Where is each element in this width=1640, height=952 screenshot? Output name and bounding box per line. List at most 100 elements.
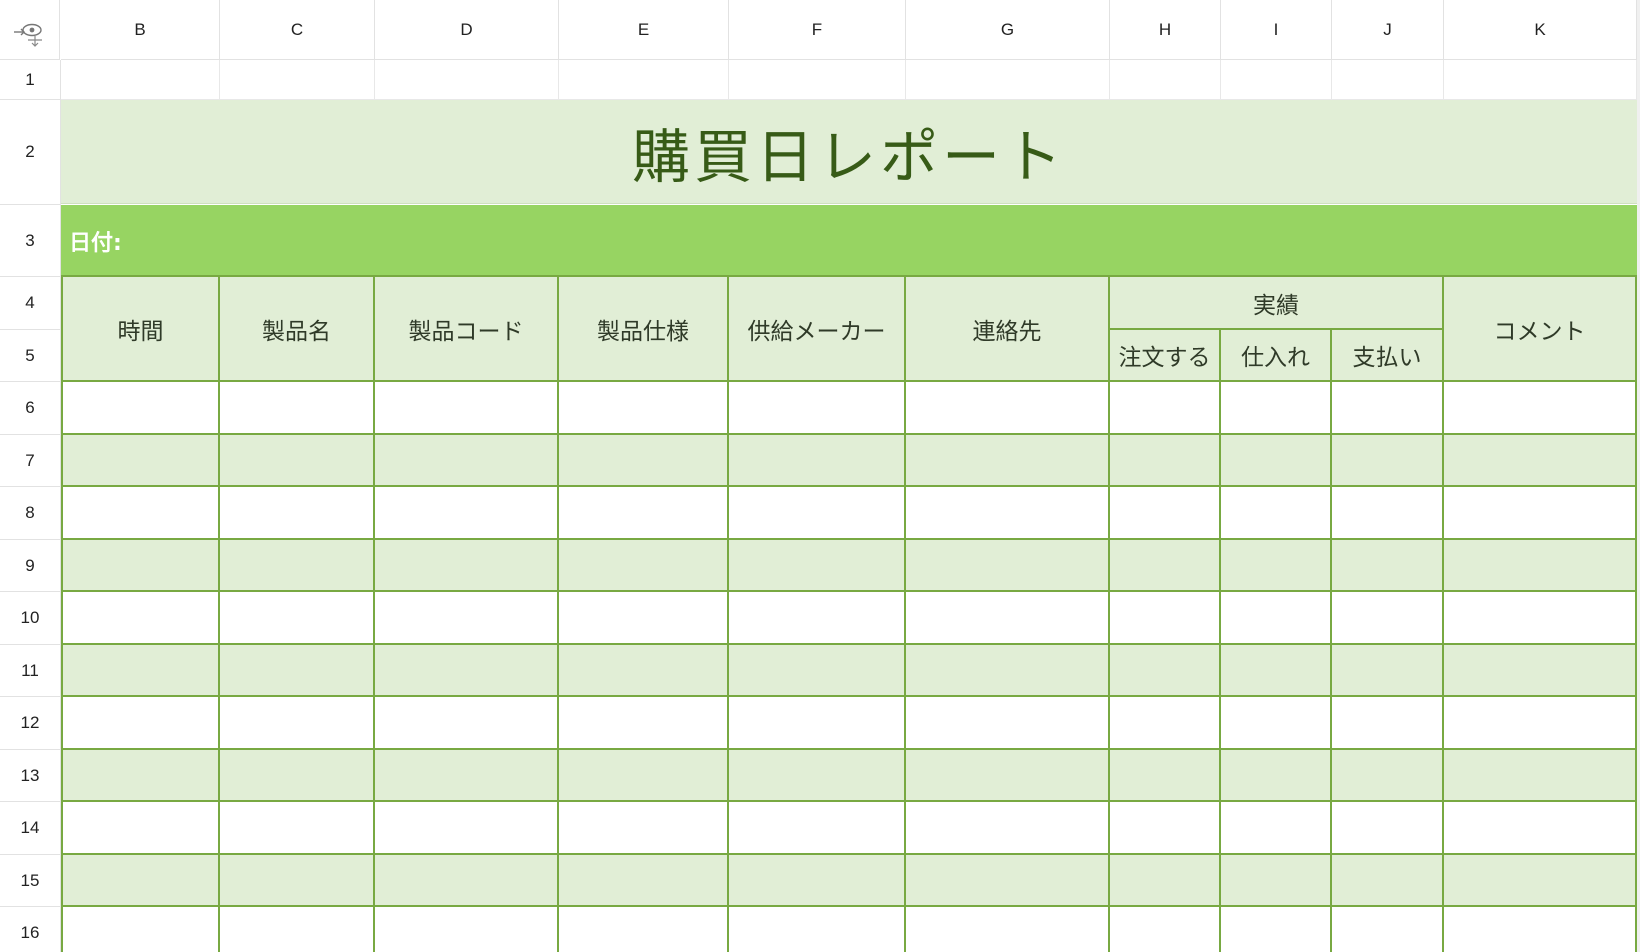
report-title[interactable]: 購買日レポート — [61, 100, 1637, 204]
cell-c13[interactable] — [220, 750, 375, 802]
column-header-f[interactable]: F — [729, 0, 906, 60]
select-all-corner[interactable] — [0, 0, 60, 60]
cell-g11[interactable] — [906, 645, 1110, 697]
cell-k12[interactable] — [1444, 697, 1637, 750]
cell-h13[interactable] — [1110, 750, 1221, 802]
cell-e6[interactable] — [559, 382, 729, 435]
cell-c7[interactable] — [220, 435, 375, 487]
cell-f14[interactable] — [729, 802, 906, 855]
cell-b1[interactable] — [61, 60, 220, 100]
cell-h8[interactable] — [1110, 487, 1221, 540]
row-header-5[interactable]: 5 — [0, 330, 61, 382]
row-header-14[interactable]: 14 — [0, 802, 61, 855]
cell-i8[interactable] — [1221, 487, 1332, 540]
cell-j11[interactable] — [1332, 645, 1444, 697]
row-header-8[interactable]: 8 — [0, 487, 61, 540]
cell-e12[interactable] — [559, 697, 729, 750]
cell-e7[interactable] — [559, 435, 729, 487]
cell-j15[interactable] — [1332, 855, 1444, 907]
cell-k15[interactable] — [1444, 855, 1637, 907]
header-time[interactable]: 時間 — [61, 277, 220, 382]
header-product-spec[interactable]: 製品仕様 — [559, 277, 729, 382]
cell-b11[interactable] — [61, 645, 220, 697]
cell-k6[interactable] — [1444, 382, 1637, 435]
cell-k7[interactable] — [1444, 435, 1637, 487]
cell-d9[interactable] — [375, 540, 559, 592]
cell-j14[interactable] — [1332, 802, 1444, 855]
cell-i6[interactable] — [1221, 382, 1332, 435]
header-order[interactable]: 注文する — [1110, 330, 1221, 382]
cell-h9[interactable] — [1110, 540, 1221, 592]
cell-f6[interactable] — [729, 382, 906, 435]
header-product-code[interactable]: 製品コード — [375, 277, 559, 382]
cell-g13[interactable] — [906, 750, 1110, 802]
cell-g12[interactable] — [906, 697, 1110, 750]
column-header-k[interactable]: K — [1444, 0, 1637, 60]
row-header-15[interactable]: 15 — [0, 855, 61, 907]
cell-i14[interactable] — [1221, 802, 1332, 855]
cell-i12[interactable] — [1221, 697, 1332, 750]
cell-j10[interactable] — [1332, 592, 1444, 645]
cell-c12[interactable] — [220, 697, 375, 750]
column-header-g[interactable]: G — [906, 0, 1110, 60]
cell-i10[interactable] — [1221, 592, 1332, 645]
cell-f7[interactable] — [729, 435, 906, 487]
row-header-11[interactable]: 11 — [0, 645, 61, 697]
cell-f8[interactable] — [729, 487, 906, 540]
cell-b12[interactable] — [61, 697, 220, 750]
cell-j6[interactable] — [1332, 382, 1444, 435]
cell-d16[interactable] — [375, 907, 559, 952]
column-header-c[interactable]: C — [220, 0, 375, 60]
row-header-6[interactable]: 6 — [0, 382, 61, 435]
cell-c6[interactable] — [220, 382, 375, 435]
cell-c9[interactable] — [220, 540, 375, 592]
cell-f15[interactable] — [729, 855, 906, 907]
cell-k14[interactable] — [1444, 802, 1637, 855]
cell-g10[interactable] — [906, 592, 1110, 645]
cell-e15[interactable] — [559, 855, 729, 907]
cell-k11[interactable] — [1444, 645, 1637, 697]
row-header-3[interactable]: 3 — [0, 205, 61, 277]
cell-j8[interactable] — [1332, 487, 1444, 540]
header-supplier[interactable]: 供給メーカー — [729, 277, 906, 382]
cell-j12[interactable] — [1332, 697, 1444, 750]
cell-b6[interactable] — [61, 382, 220, 435]
cell-j13[interactable] — [1332, 750, 1444, 802]
cell-c10[interactable] — [220, 592, 375, 645]
header-payment[interactable]: 支払い — [1332, 330, 1444, 382]
cell-e1[interactable] — [559, 60, 729, 100]
row-header-2[interactable]: 2 — [0, 100, 61, 205]
cell-g9[interactable] — [906, 540, 1110, 592]
cell-k1[interactable] — [1444, 60, 1637, 100]
cell-b14[interactable] — [61, 802, 220, 855]
row-header-4[interactable]: 4 — [0, 277, 61, 330]
cell-f9[interactable] — [729, 540, 906, 592]
cell-b15[interactable] — [61, 855, 220, 907]
cell-g15[interactable] — [906, 855, 1110, 907]
cell-d13[interactable] — [375, 750, 559, 802]
cell-j7[interactable] — [1332, 435, 1444, 487]
cell-h7[interactable] — [1110, 435, 1221, 487]
row-header-10[interactable]: 10 — [0, 592, 61, 645]
row-header-12[interactable]: 12 — [0, 697, 61, 750]
cell-b13[interactable] — [61, 750, 220, 802]
cell-i11[interactable] — [1221, 645, 1332, 697]
cell-g6[interactable] — [906, 382, 1110, 435]
cell-h14[interactable] — [1110, 802, 1221, 855]
cell-j16[interactable] — [1332, 907, 1444, 952]
cell-f1[interactable] — [729, 60, 906, 100]
cell-c1[interactable] — [220, 60, 375, 100]
cell-i7[interactable] — [1221, 435, 1332, 487]
cell-d15[interactable] — [375, 855, 559, 907]
cell-d14[interactable] — [375, 802, 559, 855]
cell-h15[interactable] — [1110, 855, 1221, 907]
cell-g14[interactable] — [906, 802, 1110, 855]
header-contact[interactable]: 連絡先 — [906, 277, 1110, 382]
cell-i15[interactable] — [1221, 855, 1332, 907]
cell-i1[interactable] — [1221, 60, 1332, 100]
cell-g7[interactable] — [906, 435, 1110, 487]
cell-j9[interactable] — [1332, 540, 1444, 592]
cell-d12[interactable] — [375, 697, 559, 750]
row-header-7[interactable]: 7 — [0, 435, 61, 487]
column-header-d[interactable]: D — [375, 0, 559, 60]
